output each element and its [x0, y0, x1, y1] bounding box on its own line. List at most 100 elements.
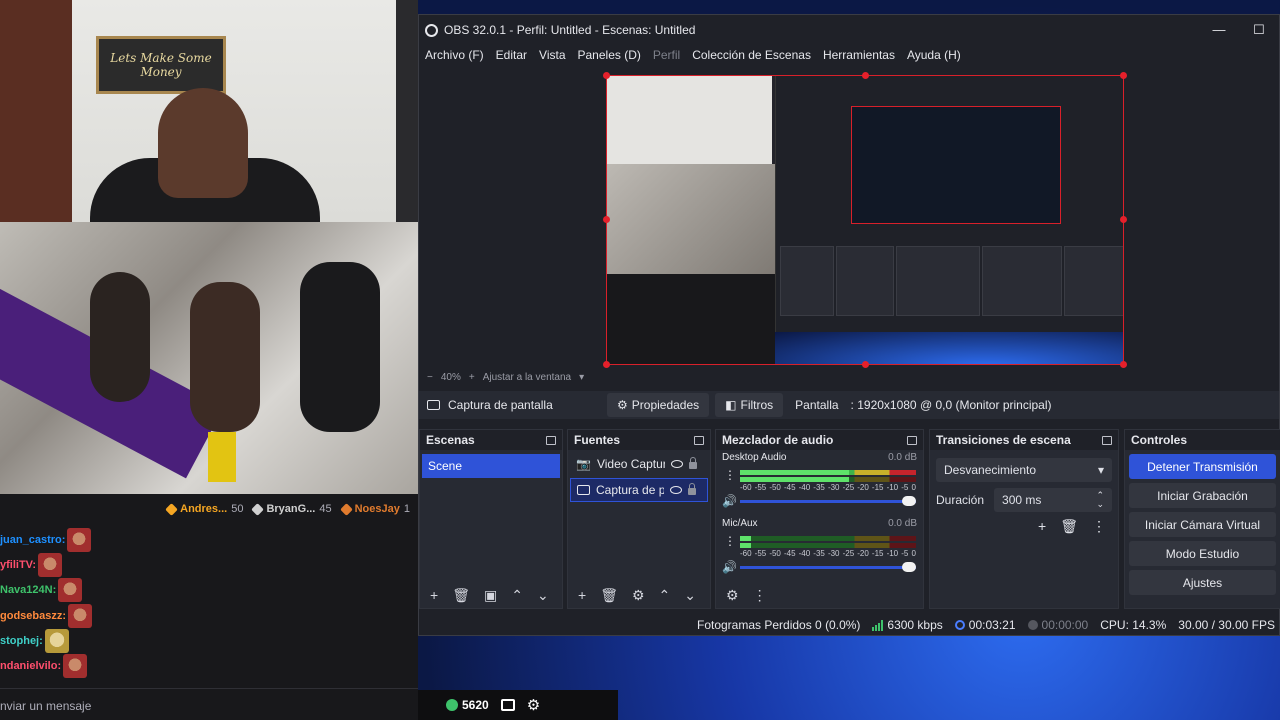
transition-select[interactable]: Desvanecimiento ▾ — [936, 458, 1112, 482]
gifter-item[interactable]: BryanG... 45 — [251, 502, 332, 516]
sources-footer: + 🗑 ⚙ ⌃ ⌄ — [568, 582, 710, 608]
visibility-eye-icon[interactable] — [670, 486, 682, 494]
undock-icon[interactable] — [907, 435, 917, 445]
duration-value: 300 ms — [1002, 493, 1042, 507]
speaker-icon[interactable]: 🔊 — [722, 560, 737, 574]
scene-filter-icon[interactable]: ▣ — [484, 587, 497, 604]
undock-icon[interactable] — [546, 435, 556, 445]
settings-gear-icon[interactable]: ⚙ — [527, 696, 540, 714]
sources-dock: Fuentes 📷 Video Captur Captura de p + 🗑 … — [567, 429, 711, 609]
spin-arrows-icon[interactable]: ⌃ ⌄ — [1096, 491, 1104, 509]
trash-icon[interactable]: 🗑 — [1060, 518, 1078, 535]
menu-item[interactable]: Paneles (D) — [578, 48, 641, 62]
advanced-audio-gear-icon[interactable]: ⚙ — [726, 587, 739, 604]
start-recording-button[interactable]: Iniciar Grabación — [1129, 483, 1276, 508]
volume-slider[interactable] — [740, 496, 916, 506]
properties-button[interactable]: ⚙ Propiedades — [607, 393, 710, 417]
speaker-icon[interactable]: 🔊 — [722, 494, 737, 508]
stop-streaming-button[interactable]: Detener Transmisión — [1129, 454, 1276, 479]
gear-icon[interactable]: ⚙ — [632, 587, 645, 604]
chat-username[interactable]: Nava124N: — [0, 584, 56, 596]
meter-level — [740, 477, 850, 482]
obs-titlebar[interactable]: OBS 32.0.1 - Perfil: Untitled - Escenas:… — [419, 15, 1279, 45]
menu-item[interactable]: Herramientas — [823, 48, 895, 62]
trash-icon[interactable]: 🗑 — [452, 587, 470, 604]
zoom-in-button[interactable]: + — [469, 372, 475, 383]
menu-item[interactable]: Colección de Escenas — [692, 48, 811, 62]
channel-points[interactable]: 5620 — [446, 698, 489, 712]
chevron-up-icon[interactable]: ⌃ — [659, 587, 671, 604]
source-item[interactable]: Captura de p — [570, 478, 708, 502]
settings-button[interactable]: Ajustes — [1129, 570, 1276, 595]
channel-menu-icon[interactable]: ⋮ — [724, 468, 736, 482]
more-menu-icon[interactable]: ⋮ — [753, 587, 767, 604]
channel-name: Mic/Aux — [722, 518, 758, 529]
resize-handle[interactable] — [1120, 216, 1127, 223]
chat-username[interactable]: stophej: — [0, 635, 43, 647]
menu-item[interactable]: Editar — [496, 48, 527, 62]
obs-logo-icon — [425, 23, 438, 37]
chat-list: juan_castro: yfiliTV: Nava124N: godsebaszz:… — [0, 524, 418, 688]
fit-to-window-select[interactable]: Ajustar a la ventana — [483, 372, 571, 383]
resize-handle[interactable] — [862, 361, 869, 368]
preview-mini-panel — [780, 246, 834, 316]
zoom-bar: − 40% + Ajustar a la ventana ▾ — [419, 369, 1279, 385]
menu-item[interactable]: Ayuda (H) — [907, 48, 961, 62]
chat-input[interactable]: nviar un mensaje — [0, 695, 470, 717]
lock-icon[interactable] — [688, 457, 697, 469]
channel-menu-icon[interactable]: ⋮ — [724, 534, 736, 548]
resize-handle[interactable] — [603, 361, 610, 368]
volume-slider-knob[interactable] — [902, 562, 916, 572]
preview-canvas[interactable] — [606, 75, 1124, 365]
zoom-out-button[interactable]: − — [427, 372, 433, 383]
maximize-button[interactable]: ☐ — [1239, 15, 1279, 45]
chat-username[interactable]: juan_castro: — [0, 534, 65, 546]
minimize-button[interactable]: — — [1199, 15, 1239, 45]
gifter-amount: 50 — [231, 503, 244, 515]
resize-handle[interactable] — [603, 216, 610, 223]
meter-scale: -60 -55 -50 -45 -40 -35 -30 -25 -20 -15 -10 -5 0 — [740, 483, 916, 492]
resize-handle[interactable] — [1120, 72, 1127, 79]
duration-spinbox[interactable]: 300 ms ⌃ ⌄ — [994, 488, 1112, 512]
menu-item[interactable]: Archivo (F) — [425, 48, 484, 62]
add-icon[interactable]: + — [1038, 518, 1046, 535]
start-virtual-camera-button[interactable]: Iniciar Cámara Virtual — [1129, 512, 1276, 537]
resize-handle[interactable] — [603, 72, 610, 79]
studio-mode-button[interactable]: Modo Estudio — [1129, 541, 1276, 566]
volume-slider-knob[interactable] — [902, 496, 916, 506]
lock-icon[interactable] — [688, 483, 696, 495]
scale-tick-label: -25 — [842, 549, 855, 558]
active-source: Captura de pantalla — [419, 398, 601, 412]
source-item[interactable]: 📷 Video Captur — [570, 452, 708, 476]
more-menu-icon[interactable]: ⋮ — [1092, 518, 1106, 535]
door — [0, 0, 72, 222]
store-icon[interactable] — [500, 699, 515, 711]
volume-slider[interactable] — [740, 562, 916, 572]
chat-username[interactable]: ndanielvilo: — [0, 660, 61, 672]
undock-icon[interactable] — [694, 435, 704, 445]
display-select[interactable]: : 1920x1080 @ 0,0 (Monitor principal) — [851, 398, 1052, 412]
chevron-down-icon[interactable]: ▾ — [579, 372, 584, 383]
resize-handle[interactable] — [1120, 361, 1127, 368]
chevron-up-icon[interactable]: ⌃ — [511, 587, 523, 604]
gifter-item[interactable]: NoesJay 1 — [339, 502, 410, 516]
gifter-item[interactable]: Andres... 50 — [165, 502, 244, 516]
resize-handle[interactable] — [862, 72, 869, 79]
chat-message: yfiliTV: — [0, 553, 63, 577]
chat-username[interactable]: godsebaszz: — [0, 610, 66, 622]
undock-icon[interactable] — [1102, 435, 1112, 445]
chevron-down-icon[interactable]: ⌄ — [684, 587, 696, 604]
game-capture — [0, 222, 418, 494]
scene-item[interactable]: Scene — [422, 454, 560, 478]
add-icon[interactable]: + — [578, 587, 586, 603]
trash-icon[interactable]: 🗑 — [600, 587, 618, 604]
chat-username[interactable]: yfiliTV: — [0, 559, 36, 571]
add-icon[interactable]: + — [430, 587, 438, 603]
menu-item[interactable]: Vista — [539, 48, 565, 62]
visibility-eye-icon[interactable] — [670, 460, 683, 468]
filters-button[interactable]: ◧ Filtros — [715, 393, 784, 417]
chat-tools: 5620 ⚙ — [418, 690, 618, 720]
scale-tick-label: -25 — [842, 483, 855, 492]
transitions-dock-title: Transiciones de escena — [930, 430, 1118, 450]
chevron-down-icon[interactable]: ⌄ — [537, 587, 549, 604]
